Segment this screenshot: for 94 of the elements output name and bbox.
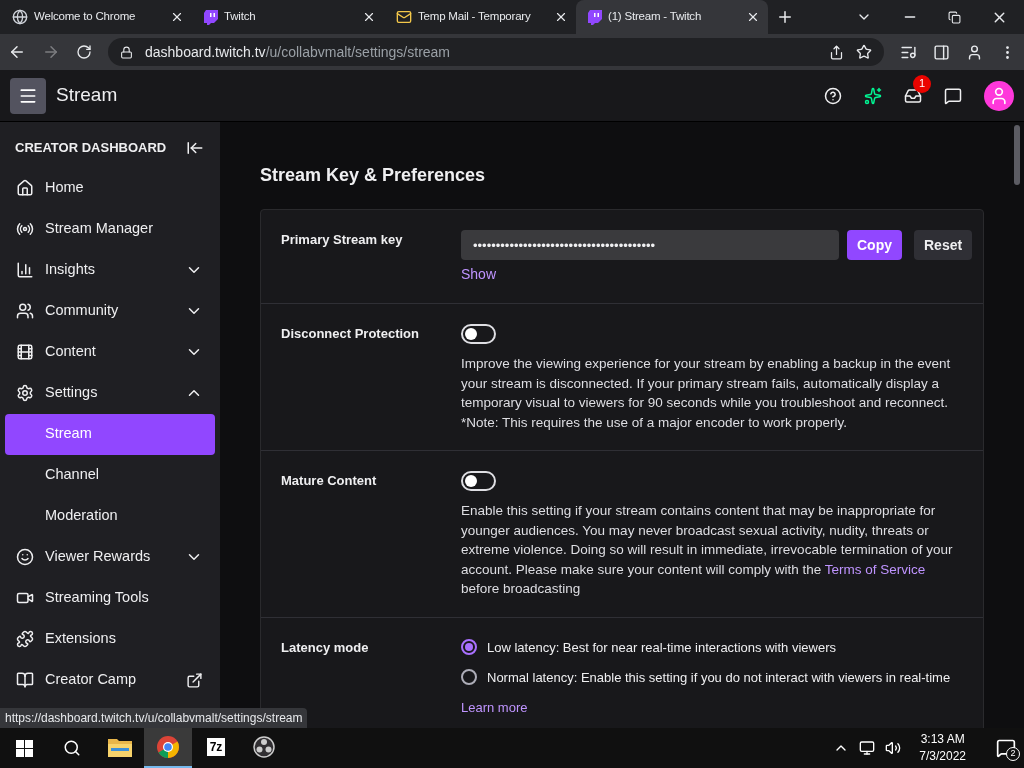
home-icon: [16, 179, 34, 197]
clock-time: 3:13 AM: [920, 731, 965, 748]
obs-icon: [253, 736, 275, 758]
chart-icon: [16, 261, 34, 279]
back-icon[interactable]: [8, 43, 26, 61]
windows-logo-icon[interactable]: [15, 739, 33, 757]
sidebar-item[interactable]: Content: [0, 331, 220, 373]
radio-button[interactable]: [461, 668, 477, 685]
close-icon[interactable]: [362, 10, 376, 24]
stream-key-field[interactable]: ••••••••••••••••••••••••••••••••••••••••: [461, 230, 839, 260]
profile-icon[interactable]: [966, 43, 983, 61]
url-text: dashboard.twitch.tv/u/collabvmalt/settings/stream: [145, 42, 452, 62]
browser-tab[interactable]: Twitch: [192, 0, 384, 34]
sidebar-subitem[interactable]: Stream: [5, 413, 215, 455]
close-icon[interactable]: [746, 10, 760, 24]
clock-date: 7/3/2022: [919, 748, 966, 765]
radio-button[interactable]: [461, 638, 477, 655]
toggle-switch[interactable]: [461, 324, 496, 344]
section-title: Stream Key & Preferences: [260, 164, 487, 187]
broadcast-icon: [16, 220, 34, 238]
page-title: Stream: [56, 83, 118, 108]
show-link[interactable]: Show: [461, 264, 497, 285]
sidebar-item[interactable]: Community: [0, 290, 220, 332]
toggle-switch[interactable]: [461, 471, 496, 491]
menu-button[interactable]: [10, 77, 46, 114]
volume-icon[interactable]: [885, 740, 902, 756]
twitch-icon: [588, 9, 602, 25]
scrollbar-thumb[interactable]: [1014, 125, 1020, 185]
learn-more-link[interactable]: Learn more: [461, 697, 528, 717]
puzzle-icon: [16, 630, 34, 648]
setting-description: Enable this setting if your stream contains content that may be inappropriate for younger audiences. You may never broadcast sexual activity, nudity, threats or extreme violence. Doing so will result in immediate, irrevocable termination of your account. Please make sure your content will comply with the Terms of Service before broadcasting: [461, 502, 954, 598]
sidebar-item[interactable]: Creator Camp: [0, 659, 220, 701]
radio-label: Low latency: Best for near real-time interactions with viewers: [487, 638, 836, 657]
setting-description: Improve the viewing experience for your stream by enabling a backup in the event your stream is disconnected. If your primary stream fails, automatically display a temporary visual to viewers for 90 seconds while you troubleshoot and reconnect. *Note: This requires the use of a major encoder to work properly.: [461, 355, 952, 432]
setting-label: Disconnect Protection: [281, 325, 420, 343]
browser-tab[interactable]: (1) Stream - Twitch: [576, 0, 768, 34]
sidebar-subitem[interactable]: Channel: [5, 454, 215, 496]
sidebar-heading: CREATOR DASHBOARD: [15, 139, 167, 157]
film-icon: [16, 343, 34, 361]
sidebar-item[interactable]: Viewer Rewards: [0, 536, 220, 578]
avatar[interactable]: [984, 80, 1014, 111]
network-icon[interactable]: [859, 740, 876, 756]
sidebar-item[interactable]: Streaming Tools: [0, 577, 220, 619]
app-logo: 7z: [206, 738, 226, 756]
sidebar-subitem[interactable]: Moderation: [5, 495, 215, 537]
notification-badge: 1: [913, 74, 931, 93]
search-icon[interactable]: [63, 739, 81, 757]
tab-title: Welcome to Chrome: [34, 9, 137, 25]
gear-icon: [16, 384, 34, 402]
tab-title: (1) Stream - Twitch: [608, 9, 703, 25]
browser-tab[interactable]: Temp Mail - Temporary: [384, 0, 576, 34]
setting-label: Latency mode: [281, 638, 370, 657]
radio-label: Normal latency: Enable this setting if you do not interact with viewers in real-time: [487, 668, 951, 687]
status-url: https://dashboard.twitch.tv/u/collabvmalt/settings/stream: [0, 708, 308, 728]
sidebar-item[interactable]: Insights: [0, 249, 220, 291]
setting-label: Primary Stream key: [281, 231, 404, 249]
taskbar-app[interactable]: [144, 728, 192, 768]
tab-title: Twitch: [224, 9, 257, 25]
address-bar[interactable]: dashboard.twitch.tv/u/collabvmalt/settings/stream: [108, 38, 884, 66]
sidebar-item[interactable]: Extensions: [0, 618, 220, 660]
side-panel-icon[interactable]: [933, 43, 950, 61]
close-icon[interactable]: [170, 10, 184, 24]
sidebar-item[interactable]: Stream Manager: [0, 208, 220, 250]
twitch-icon: [204, 9, 218, 25]
globe-icon: [12, 9, 28, 25]
lock-icon: [120, 45, 133, 59]
inbox-icon[interactable]: [904, 86, 922, 105]
sidebar-item[interactable]: Settings: [0, 372, 220, 414]
setting-label: Mature Content: [281, 472, 378, 490]
chrome-icon: [157, 736, 179, 758]
terms-link[interactable]: Terms of Service: [824, 561, 926, 577]
folder-icon: [108, 737, 132, 757]
sparkle-icon[interactable]: [864, 86, 882, 105]
close-icon[interactable]: [554, 10, 568, 24]
browser-tab[interactable]: Welcome to Chrome: [0, 0, 192, 34]
person-icon: [989, 85, 1009, 106]
copy-button[interactable]: Copy: [847, 230, 902, 260]
share-icon[interactable]: [829, 44, 844, 60]
chat-icon[interactable]: [944, 86, 962, 105]
book-icon: [16, 671, 34, 689]
taskbar-app[interactable]: 7z: [192, 728, 240, 768]
notification-count: 2: [1006, 747, 1020, 761]
restore-icon[interactable]: [948, 10, 961, 24]
smile-icon: [16, 548, 34, 566]
reload-icon[interactable]: [76, 44, 92, 60]
people-icon: [16, 302, 34, 320]
reset-button[interactable]: Reset: [914, 230, 973, 260]
bookmark-icon[interactable]: [856, 44, 872, 60]
tab-title: Temp Mail - Temporary: [418, 9, 532, 25]
envelope-icon: [396, 9, 412, 25]
new-tab-icon[interactable]: [776, 8, 794, 26]
help-icon[interactable]: [824, 86, 842, 105]
forward-icon[interactable]: [42, 43, 60, 61]
sidebar-item[interactable]: Home: [0, 167, 220, 209]
